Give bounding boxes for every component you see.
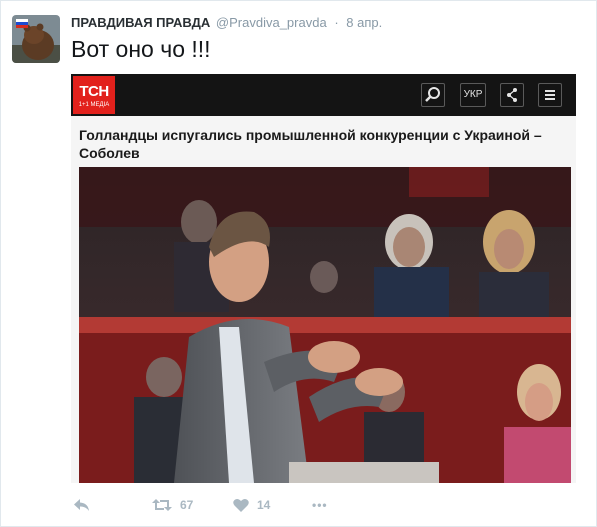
reply-button[interactable]	[73, 495, 91, 515]
menu-icon[interactable]	[538, 83, 562, 107]
more-icon: •••	[312, 498, 328, 512]
tweet-timestamp[interactable]: 8 апр.	[346, 15, 382, 30]
like-count: 14	[257, 498, 271, 512]
tsn-logo-text: ТСН	[79, 83, 109, 100]
tweet-header: ПРАВДИВАЯ ПРАВДА @Pravdiva_pravda · 8 ап…	[71, 15, 382, 30]
tweet-actions: 67 14 •••	[1, 489, 596, 519]
article-photo	[79, 167, 571, 483]
tweet-card: ПРАВДИВАЯ ПРАВДА @Pravdiva_pravda · 8 ап…	[0, 0, 597, 527]
article-photo-image	[79, 167, 571, 483]
more-button[interactable]: •••	[312, 495, 328, 515]
reply-icon	[74, 499, 89, 511]
retweet-count: 67	[180, 498, 194, 512]
tsn-logo-subtext: 1+1 МЕДІА	[78, 102, 110, 108]
author-handle[interactable]: @Pravdiva_pravda	[216, 15, 327, 30]
avatar-bear-image	[12, 15, 60, 63]
separator-dot: ·	[334, 15, 339, 30]
embedded-media[interactable]: ТСН 1+1 МЕДІА УКР Голландцы испугались п…	[71, 74, 576, 483]
embed-site-bar: ТСН 1+1 МЕДІА УКР	[71, 74, 576, 116]
like-button[interactable]: 14	[233, 495, 270, 515]
retweet-button[interactable]: 67	[152, 495, 193, 515]
tsn-logo: ТСН 1+1 МЕДІА	[73, 76, 115, 114]
language-button[interactable]: УКР	[460, 83, 486, 107]
author-name[interactable]: ПРАВДИВАЯ ПРАВДА	[71, 15, 210, 30]
heart-icon	[233, 498, 249, 512]
article-headline[interactable]: Голландцы испугались промышленной конкур…	[79, 126, 569, 162]
search-icon[interactable]	[421, 83, 445, 107]
retweet-icon	[152, 499, 172, 511]
avatar[interactable]	[12, 15, 60, 63]
share-icon[interactable]	[500, 83, 524, 107]
tweet-text: Вот оно чо !!!	[71, 36, 211, 62]
